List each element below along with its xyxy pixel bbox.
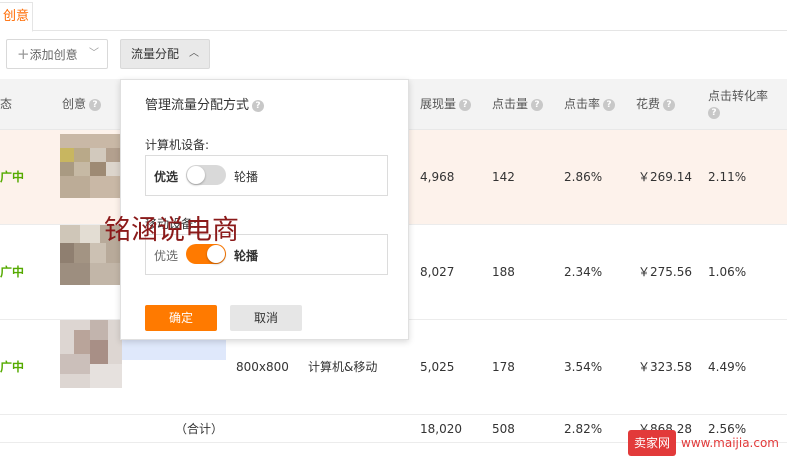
col-cvr: 点击转化率? [708,89,769,119]
creative-thumbnail[interactable] [60,320,122,388]
plus-icon: + [17,45,30,63]
col-clicks: 点击量? [492,79,544,130]
clicks-value: 188 [492,265,515,279]
computer-toggle-group: 优选 轮播 [145,155,388,196]
total-impressions: 18,020 [420,422,462,436]
chevron-up-icon: ︿ [189,48,199,59]
chevron-down-icon: ﹀ [89,48,99,59]
total-ctr: 2.82% [564,422,603,436]
status-text: 广中 [0,170,25,184]
impressions-value: 5,025 [420,360,455,374]
cvr-value: 4.49% [708,360,747,374]
toggle-knob [187,166,205,184]
cost-value: ￥269.14 [638,170,692,184]
ctr-value: 3.54% [564,360,603,374]
flow-allocation-button[interactable]: 流量分配 ︿ [120,39,210,69]
col-ctr: 点击率? [564,79,616,130]
ctr-value: 2.86% [564,170,603,184]
help-icon[interactable]: ? [603,98,616,111]
ctr-value: 2.34% [564,265,603,279]
total-label: （合计） [175,422,224,436]
cancel-button[interactable]: 取消 [230,305,302,331]
optimize-label: 优选 [154,249,179,263]
status-text: 广中 [0,360,25,374]
rotate-label: 轮播 [234,249,259,263]
mobile-toggle-switch[interactable] [186,244,226,264]
toggle-knob [207,245,225,263]
computer-toggle-switch[interactable] [186,165,226,185]
site-url: www.maijia.com [681,436,779,450]
flow-allocation-label: 流量分配 [131,47,180,61]
help-icon[interactable]: ? [459,98,472,111]
help-icon[interactable]: ? [708,106,720,119]
help-icon[interactable]: ? [531,98,544,111]
help-icon[interactable]: ? [89,98,102,111]
clicks-value: 178 [492,360,515,374]
rotate-label: 轮播 [234,170,259,184]
watermark-text: 铭涵说电商 [104,215,239,246]
tab-creative[interactable]: 创意 [0,2,33,32]
confirm-button[interactable]: 确定 [145,305,217,331]
add-creative-button[interactable]: +添加创意 ﹀ [6,39,108,69]
help-icon[interactable]: ? [663,98,676,111]
impressions-value: 8,027 [420,265,455,279]
tab-bar: 创意 [0,0,787,32]
cost-value: ￥275.56 [638,265,692,279]
total-clicks: 508 [492,422,515,436]
impressions-value: 4,968 [420,170,455,184]
col-creative: 创意? [62,79,102,130]
site-logo: 卖家网 [628,430,676,456]
add-creative-label: 添加创意 [29,48,78,62]
col-status: 态 [0,97,13,111]
status-text: 广中 [0,265,25,279]
cvr-value: 1.06% [708,265,747,279]
creative-thumbnail[interactable] [60,134,122,198]
col-impressions: 展现量? [420,79,472,130]
cvr-value: 2.11% [708,170,747,184]
cost-value: ￥323.58 [638,360,692,374]
computer-device-label: 计算机设备: [145,138,210,152]
clicks-value: 142 [492,170,515,184]
blurred-text [122,340,226,360]
popup-title: 管理流量分配方式? [145,94,265,113]
optimize-label: 优选 [154,170,179,184]
help-icon[interactable]: ? [252,99,265,112]
col-cost: 花费? [636,79,676,130]
